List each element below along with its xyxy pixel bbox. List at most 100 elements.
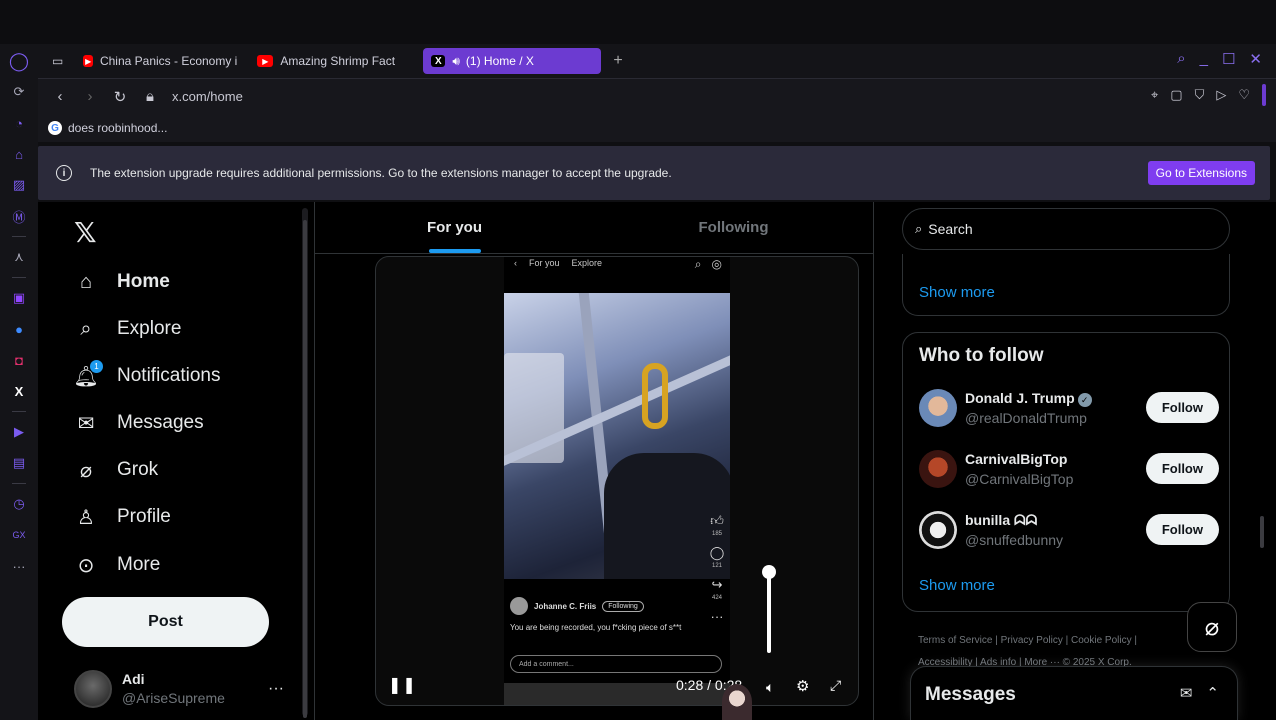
lock-icon[interactable]: 🔒︎ bbox=[142, 88, 158, 105]
heart-icon[interactable]: ♡ bbox=[1238, 87, 1250, 106]
nav-notifications[interactable]: 🔔︎ 1 Notifications bbox=[73, 360, 221, 388]
main-feed: For you Following ‹ For you Explore ⌕ ◎ bbox=[314, 202, 874, 720]
right-scrollbar[interactable] bbox=[1258, 206, 1266, 716]
tab-x-home[interactable]: X 🔊︎ (1) Home / X bbox=[423, 48, 602, 74]
user-name: Donald J. Trump bbox=[965, 390, 1075, 406]
opera-sidebar: ◯ ⟳ ◔ ⌂ ▨ Ⓜ ⋏ ▣ ● ◘ X ▶ ▤ ◷ GX ··· bbox=[0, 44, 38, 720]
account-more-icon[interactable]: ··· bbox=[268, 680, 284, 698]
follow-button[interactable]: Follow bbox=[1145, 514, 1219, 545]
account-switcher[interactable]: Adi @AriseSupreme ··· bbox=[74, 670, 284, 708]
arc-icon[interactable]: ⋏ bbox=[8, 246, 30, 268]
search-placeholder: Search bbox=[928, 221, 973, 237]
gx-icon[interactable]: GX bbox=[8, 524, 30, 546]
aria-icon[interactable]: ◔ bbox=[8, 112, 30, 134]
tab-title: (1) Home / X bbox=[465, 54, 534, 68]
shield-icon[interactable]: ⛉ bbox=[1195, 87, 1205, 106]
account-info: Adi @AriseSupreme bbox=[122, 670, 225, 708]
fullscreen-icon[interactable]: ⤢ bbox=[830, 677, 841, 694]
messages-drawer[interactable]: Messages ✉ ⌃ bbox=[910, 666, 1238, 720]
account-name: Adi bbox=[122, 671, 145, 687]
trends-card: Show more bbox=[902, 254, 1230, 316]
tab-title: Amazing Shrimp Fact bbox=[280, 54, 396, 68]
instagram-icon[interactable]: ◘ bbox=[8, 349, 30, 371]
scrollbar-thumb[interactable] bbox=[303, 220, 307, 718]
tab-youtube-2[interactable]: ▶ Amazing Shrimp Fact bbox=[249, 48, 419, 74]
minimize-icon[interactable]: _ bbox=[1200, 50, 1208, 68]
volume-slider[interactable] bbox=[767, 571, 771, 653]
twitch-icon[interactable]: ▣ bbox=[8, 287, 30, 309]
nav-grok[interactable]: ⌀ Grok bbox=[74, 458, 158, 482]
gear-icon[interactable]: ⚙ bbox=[796, 677, 809, 695]
volume-icon[interactable]: 🔈︎ bbox=[766, 679, 774, 696]
messenger-icon[interactable]: ● bbox=[8, 318, 30, 340]
sidebar-divider bbox=[12, 277, 26, 278]
tab-title: China Panics - Economy i bbox=[99, 54, 238, 68]
maximize-icon[interactable]: ☐ bbox=[1222, 50, 1235, 68]
url-field[interactable]: x.com/home bbox=[172, 89, 243, 104]
video-player[interactable]: ‹ For you Explore ⌕ ◎ 👍︎ 185 ◯ 121 ↪ 424… bbox=[375, 256, 859, 706]
go-to-extensions-button[interactable]: Go to Extensions bbox=[1147, 161, 1255, 185]
player-icon[interactable]: ▶ bbox=[8, 421, 30, 443]
footer-line[interactable]: Terms of Service | Privacy Policy | Cook… bbox=[918, 630, 1208, 652]
follow-button[interactable]: Follow bbox=[1145, 453, 1219, 484]
expand-up-icon[interactable]: ⌃ bbox=[1206, 684, 1219, 702]
more-sidebar-icon[interactable]: ··· bbox=[8, 555, 30, 577]
user-info: CarnivalBigTop @CarnivalBigTop bbox=[965, 449, 1073, 489]
pause-icon[interactable]: ❚❚ bbox=[388, 675, 417, 695]
reload-icon[interactable]: ↻ bbox=[112, 88, 128, 106]
nav-explore[interactable]: ⌕ Explore bbox=[74, 317, 181, 341]
workspace-icon[interactable]: ▨ bbox=[8, 174, 30, 196]
notification-badge: 1 bbox=[90, 360, 103, 373]
tab-following[interactable]: Following bbox=[594, 202, 873, 253]
history-icon[interactable]: ◷ bbox=[8, 493, 30, 515]
nav-messages[interactable]: ✉ Messages bbox=[74, 411, 204, 435]
post-button[interactable]: Post bbox=[62, 597, 269, 647]
tab-search-icon[interactable]: ⌕ bbox=[1177, 50, 1185, 68]
anime-avatar-overlay bbox=[722, 684, 752, 720]
back-icon[interactable]: ‹ bbox=[52, 88, 68, 105]
suggested-user[interactable]: Donald J. Trump ✓ @realDonaldTrump Follow bbox=[919, 385, 1219, 431]
nav-label: Messages bbox=[117, 412, 204, 433]
opera-logo-icon[interactable]: ◯ bbox=[8, 50, 30, 72]
snapshot-icon[interactable]: ▢ bbox=[1170, 87, 1182, 106]
who-to-follow-card: Who to follow Donald J. Trump ✓ @realDona… bbox=[902, 332, 1230, 612]
suggested-user[interactable]: bunilla ᗣᗣ @snuffedbunny Follow bbox=[919, 507, 1219, 553]
tab-islands-icon[interactable]: ▭ bbox=[44, 48, 71, 74]
bookmark-item[interactable]: does roobinhood... bbox=[68, 121, 167, 135]
left-nav: 𝕏 ⌂ Home ⌕ Explore 🔔︎ 1 Notifications ✉ M… bbox=[38, 202, 300, 720]
left-scrollbar[interactable] bbox=[302, 208, 308, 718]
show-more-link[interactable]: Show more bbox=[919, 577, 995, 594]
refresh-sync-icon[interactable]: ⟳ bbox=[8, 81, 30, 103]
verified-icon: ✓ bbox=[1077, 393, 1092, 407]
speaker-icon[interactable]: 🔊︎ bbox=[452, 54, 460, 69]
show-more-link[interactable]: Show more bbox=[919, 284, 995, 301]
avatar bbox=[919, 389, 957, 427]
suggested-user[interactable]: CarnivalBigTop @CarnivalBigTop Follow bbox=[919, 446, 1219, 492]
sidebar-toggle[interactable] bbox=[1262, 84, 1266, 106]
drawer-icons: ✉ ⌃ bbox=[1180, 684, 1219, 702]
follow-button[interactable]: Follow bbox=[1145, 392, 1219, 423]
nav-profile[interactable]: ♙ Profile bbox=[74, 505, 171, 529]
new-tab-button[interactable]: + bbox=[605, 52, 630, 70]
pin-icon[interactable]: ⌖ bbox=[1151, 87, 1158, 106]
account-handle: @AriseSupreme bbox=[122, 690, 225, 706]
tab-for-you[interactable]: For you bbox=[315, 202, 594, 253]
play-icon[interactable]: ▷ bbox=[1216, 87, 1226, 106]
scrollbar-thumb[interactable] bbox=[1260, 516, 1264, 548]
grok-fab-icon[interactable]: ⌀ bbox=[1187, 602, 1237, 652]
address-actions: ⌖ ▢ ⛉ ▷ ♡ bbox=[1151, 84, 1266, 106]
nav-home[interactable]: ⌂ Home bbox=[74, 270, 170, 294]
nav-more[interactable]: ⊙ More bbox=[74, 553, 161, 577]
new-message-icon[interactable]: ✉ bbox=[1180, 684, 1193, 702]
search-input[interactable]: ⌕ Search bbox=[902, 208, 1230, 250]
x-logo-icon[interactable]: 𝕏 bbox=[74, 216, 97, 249]
forward-icon[interactable]: › bbox=[82, 88, 98, 105]
pinboard-icon[interactable]: ▤ bbox=[8, 452, 30, 474]
close-icon[interactable]: ✕ bbox=[1249, 50, 1262, 68]
x-sidebar-icon[interactable]: X bbox=[8, 380, 30, 402]
volume-knob[interactable] bbox=[762, 565, 776, 579]
avatar bbox=[919, 511, 957, 549]
mail-m-icon[interactable]: Ⓜ bbox=[8, 205, 30, 227]
crypto-wallet-icon[interactable]: ⌂ bbox=[8, 143, 30, 165]
tab-youtube-1[interactable]: ▶ China Panics - Economy i bbox=[75, 48, 245, 74]
